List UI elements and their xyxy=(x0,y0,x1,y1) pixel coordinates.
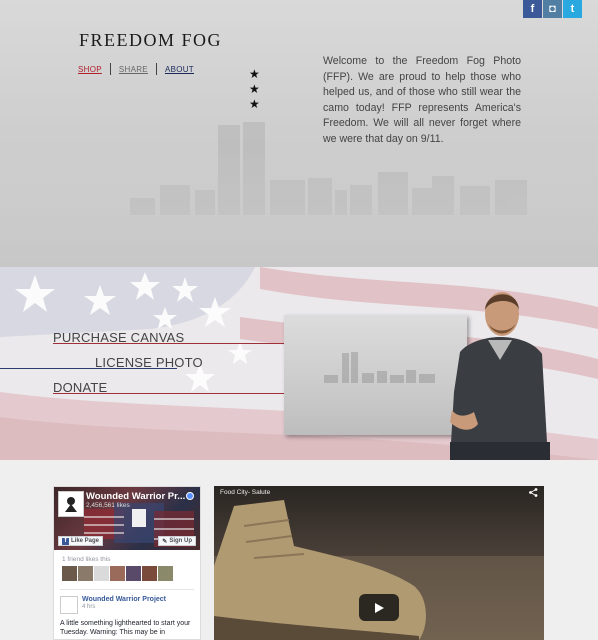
post-text: A little something lighthearted to start… xyxy=(60,620,191,636)
play-icon xyxy=(375,602,384,613)
facebook-icon[interactable]: f xyxy=(523,0,542,18)
facebook-cover-image: Wounded Warrior Pr... 2,456,561 likes f … xyxy=(54,487,200,550)
main-nav: SHOP SHARE ABOUT xyxy=(78,63,194,75)
hero-banner: f ◘ t FREEDOM FOG SHOP SHARE ABOUT ★ ★ ★… xyxy=(0,0,598,267)
avatar[interactable] xyxy=(62,566,77,581)
avatar[interactable] xyxy=(78,566,93,581)
signup-label: Sign Up xyxy=(169,538,192,544)
like-page-label: Like Page xyxy=(71,538,100,544)
facebook-post: Wounded Warrior Project 4 hrs A little s… xyxy=(60,589,194,637)
menu-underline xyxy=(53,343,285,344)
instagram-icon[interactable]: ◘ xyxy=(543,0,562,18)
nav-share-link[interactable]: SHARE xyxy=(119,65,148,74)
star-icon: ★ xyxy=(249,82,260,96)
post-author-avatar[interactable] xyxy=(60,596,78,614)
twitter-icon[interactable]: t xyxy=(563,0,582,18)
avatar[interactable] xyxy=(126,566,141,581)
nav-about-link[interactable]: ABOUT xyxy=(165,65,194,74)
canvas-print-image xyxy=(284,315,467,435)
menu-underline xyxy=(0,368,177,369)
nav-shop-link[interactable]: SHOP xyxy=(78,65,102,74)
play-button[interactable] xyxy=(359,594,399,621)
pencil-icon: ✎ xyxy=(162,538,168,545)
post-timestamp[interactable]: 4 hrs xyxy=(82,604,194,610)
menu-underline xyxy=(53,393,285,394)
post-author-name[interactable]: Wounded Warrior Project xyxy=(82,596,194,603)
nav-separator xyxy=(155,63,157,75)
intro-text: Welcome to the Freedom Fog Photo (FFP). … xyxy=(323,55,521,145)
man-holding-canvas-image xyxy=(450,292,550,460)
share-icon[interactable] xyxy=(529,488,538,499)
canvas-skyline-image xyxy=(324,352,435,383)
friends-like-section: 1 friend likes this xyxy=(54,550,200,581)
nav-separator xyxy=(109,63,111,75)
star-column: ★ ★ ★ xyxy=(249,67,260,111)
avatar[interactable] xyxy=(94,566,109,581)
facebook-like-count: 2,456,561 likes xyxy=(86,502,130,509)
wounded-warrior-logo[interactable] xyxy=(58,491,84,517)
star-icon: ★ xyxy=(249,97,260,111)
facebook-signup-button[interactable]: ✎ Sign Up xyxy=(158,536,196,546)
friend-avatar-row xyxy=(62,566,192,581)
social-links: f ◘ t xyxy=(523,0,582,18)
star-icon: ★ xyxy=(249,67,260,81)
facebook-f-icon: f xyxy=(62,537,69,545)
flag-section: PURCHASE CANVAS LICENSE PHOTO DONATE xyxy=(0,267,598,460)
facebook-page-name[interactable]: Wounded Warrior Pr... xyxy=(86,491,194,502)
video-title[interactable]: Food City- Salute xyxy=(220,489,270,496)
verified-badge-icon xyxy=(186,492,194,500)
action-menu: PURCHASE CANVAS LICENSE PHOTO DONATE xyxy=(0,267,300,460)
video-player[interactable]: Food City- Salute xyxy=(214,486,544,640)
avatar[interactable] xyxy=(158,566,173,581)
avatar[interactable] xyxy=(142,566,157,581)
site-title[interactable]: FREEDOM FOG xyxy=(79,30,222,51)
facebook-like-page-button[interactable]: f Like Page xyxy=(58,536,104,546)
avatar[interactable] xyxy=(110,566,125,581)
facebook-page-widget: Wounded Warrior Pr... 2,456,561 likes f … xyxy=(53,486,201,640)
friends-like-text: 1 friend likes this xyxy=(62,556,111,563)
